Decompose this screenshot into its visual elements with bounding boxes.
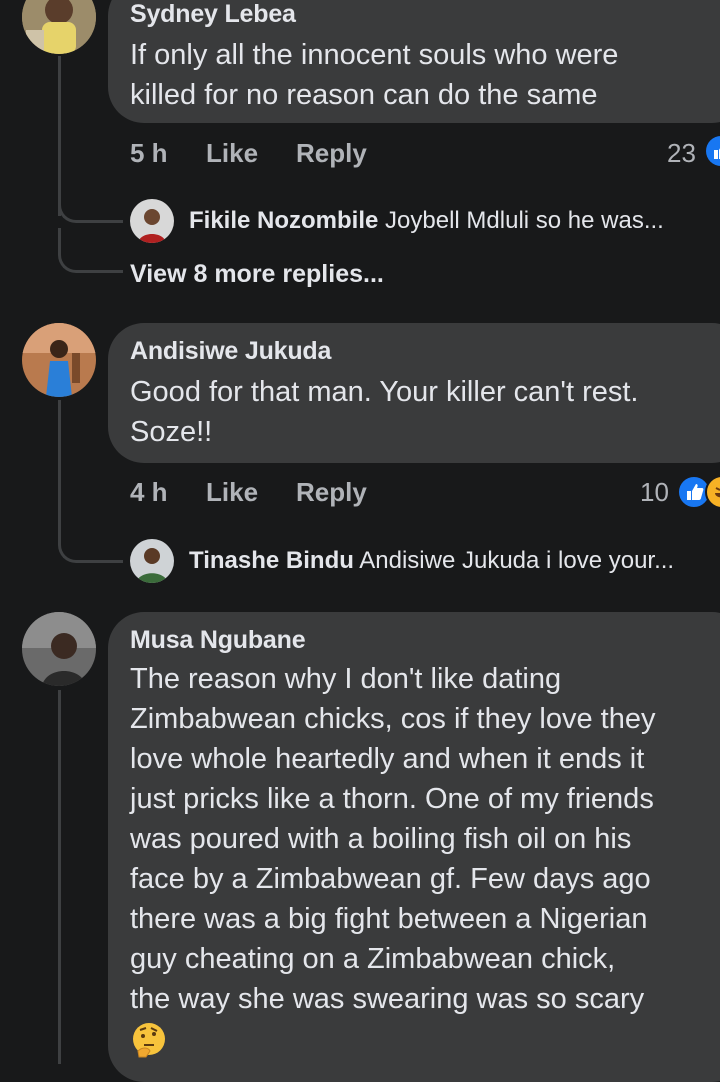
comment-time[interactable]: 4 h (130, 477, 168, 508)
comment-bubble[interactable]: Musa Ngubane The reason why I don't like… (108, 612, 720, 1082)
comment-author[interactable]: Sydney Lebea (130, 0, 720, 29)
reaction-count[interactable]: 10 (640, 477, 669, 508)
avatar[interactable] (22, 323, 96, 397)
thinking-face-icon (130, 1021, 168, 1059)
reaction-count[interactable]: 23 (667, 138, 696, 169)
thread-line (58, 690, 61, 1064)
comment-text-line: If only all the innocent souls who were (130, 39, 619, 71)
thread-connector (58, 228, 123, 273)
comment-text-line: Good for that man. Your killer can't res… (130, 376, 639, 408)
comment-text-line: love whole heartedly and when it ends it (130, 743, 645, 775)
reply-author[interactable]: Tinashe Bindu (189, 547, 354, 574)
comment-text-line: there was a big fight between a Nigerian (130, 903, 648, 935)
comment-text-line: Zimbabwean chicks, cos if they love they (130, 703, 656, 735)
comment-text-line: The reason why I don't like dating (130, 663, 562, 695)
comment-bubble[interactable]: Sydney Lebea If only all the innocent so… (108, 0, 720, 123)
comment-text-line: Soze!! (130, 416, 213, 448)
avatar[interactable] (22, 612, 96, 686)
like-button[interactable]: Like (206, 477, 258, 508)
reply-author[interactable]: Fikile Nozombile (189, 207, 378, 234)
comment-text-line: was poured with a boiling fish oil on hi… (130, 823, 632, 855)
comment-time[interactable]: 5 h (130, 138, 168, 169)
thread-line (58, 400, 61, 520)
like-reaction-icon (706, 136, 720, 166)
comment-bubble[interactable]: Andisiwe Jukuda Good for that man. Your … (108, 323, 720, 463)
comment-text-line: guy cheating on a Zimbabwean chick, (130, 943, 616, 975)
comment-text-line: killed for no reason can do the same (130, 79, 598, 111)
comment-text-line: just pricks like a thorn. One of my frie… (130, 783, 654, 815)
reply-preview[interactable]: Fikile Nozombile Joybell Mdluli so he wa… (189, 207, 720, 235)
reply-text: Joybell Mdluli so he was... (385, 207, 664, 234)
comment-author[interactable]: Musa Ngubane (130, 626, 720, 655)
avatar[interactable] (22, 0, 96, 54)
like-button[interactable]: Like (206, 138, 258, 169)
comment-text-line: the way she was swearing was so scary (130, 983, 645, 1015)
reply-button[interactable]: Reply (296, 477, 367, 508)
comment-author[interactable]: Andisiwe Jukuda (130, 337, 720, 366)
reply-avatar[interactable] (130, 199, 174, 243)
reply-avatar[interactable] (130, 539, 174, 583)
comment-text-line: face by a Zimbabwean gf. Few days ago (130, 863, 651, 895)
thread-connector (58, 180, 123, 223)
thread-connector (58, 520, 123, 563)
view-more-replies[interactable]: View 8 more replies... (130, 260, 384, 289)
reply-button[interactable]: Reply (296, 138, 367, 169)
reply-preview[interactable]: Tinashe Bindu Andisiwe Jukuda i love you… (189, 547, 720, 575)
haha-reaction-icon (705, 475, 720, 509)
reply-text: Andisiwe Jukuda i love your... (359, 547, 675, 574)
